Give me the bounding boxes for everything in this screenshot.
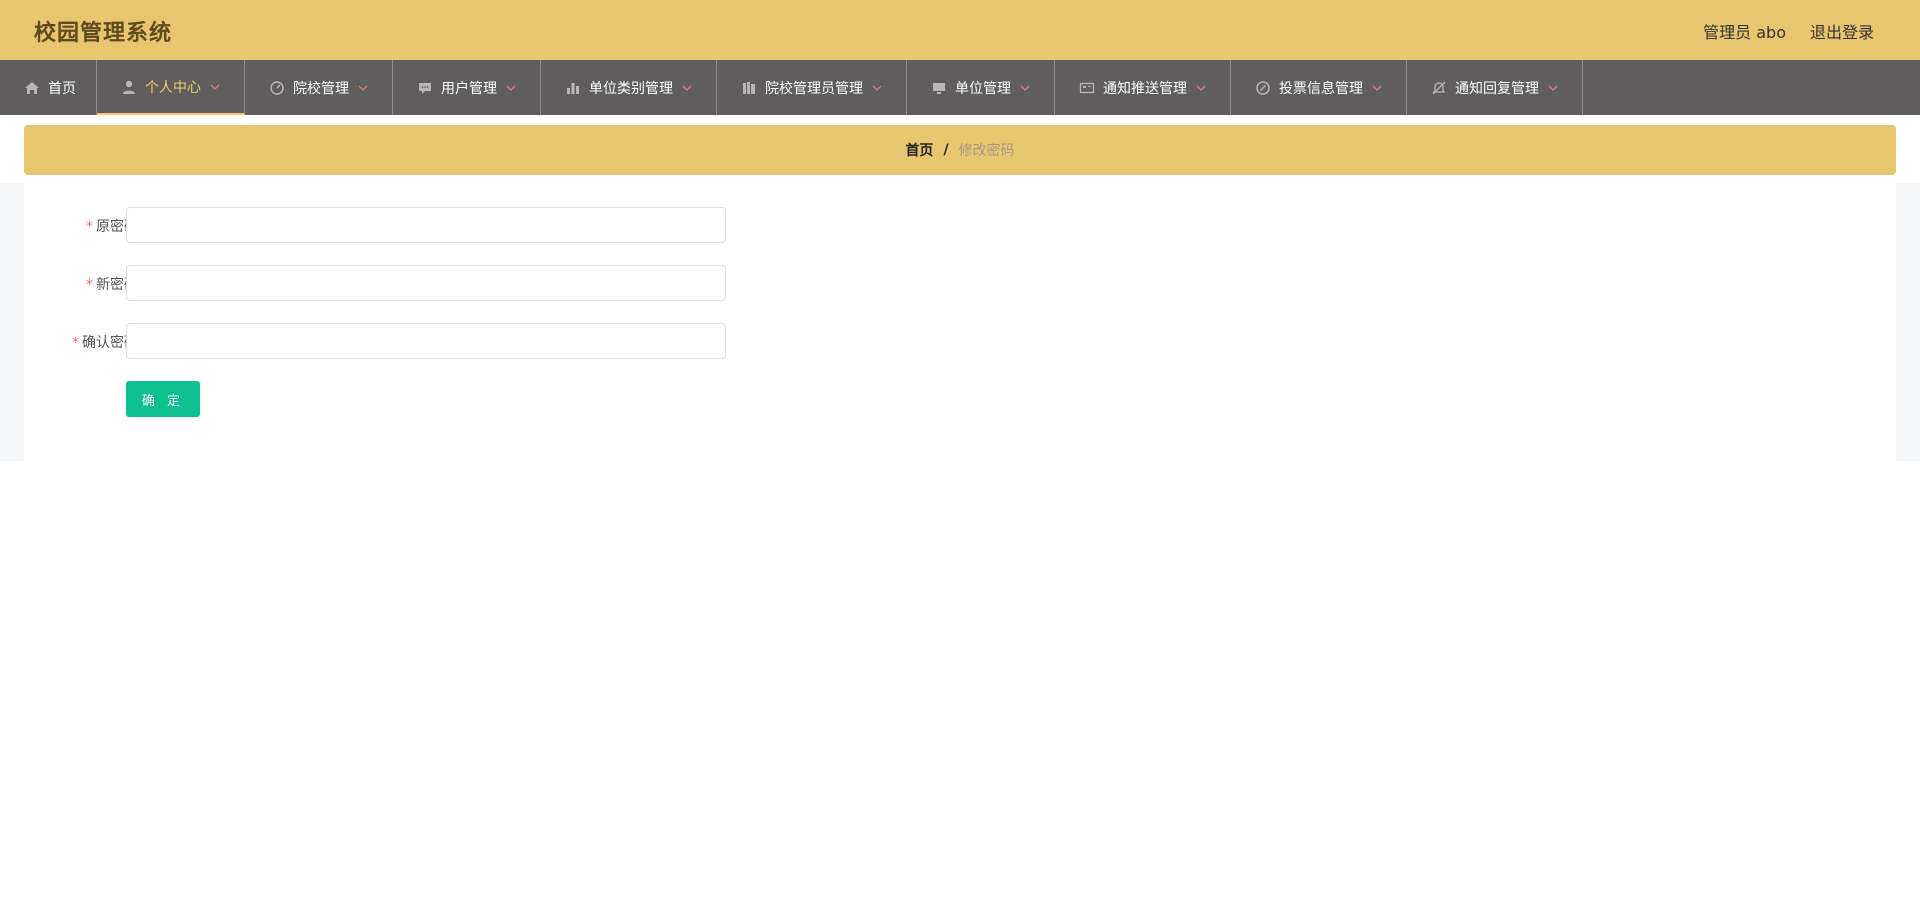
compass-icon xyxy=(1255,80,1271,96)
nav-item-home[interactable]: 首页 xyxy=(0,60,97,115)
app-title: 校园管理系统 xyxy=(34,21,173,46)
nav-item-notice-reply-management[interactable]: 通知回复管理 xyxy=(1407,60,1583,115)
chat-icon xyxy=(417,80,433,96)
content-background xyxy=(1896,183,1920,461)
username: abo xyxy=(1756,23,1786,42)
nav-item-label: 通知推送管理 xyxy=(1103,80,1187,97)
nav-item-unit-management[interactable]: 单位管理 xyxy=(907,60,1055,115)
bell-off-icon xyxy=(1431,80,1447,96)
content-background xyxy=(0,183,24,461)
change-password-form: * 原密码 * 新密码 * 确认密码 确 定 xyxy=(24,183,1896,461)
user-role: 管理员 xyxy=(1703,23,1752,42)
confirm-password-input[interactable] xyxy=(126,323,726,359)
breadcrumb-separator: / xyxy=(943,142,949,158)
nav-item-user-management[interactable]: 用户管理 xyxy=(393,60,541,115)
nav-item-vote-info-management[interactable]: 投票信息管理 xyxy=(1231,60,1407,115)
nav-item-school-admin-management[interactable]: 院校管理员管理 xyxy=(717,60,907,115)
old-password-input[interactable] xyxy=(126,207,726,243)
nav-item-school-management[interactable]: 院校管理 xyxy=(245,60,393,115)
nav-item-label: 首页 xyxy=(48,80,76,97)
logout-link[interactable]: 退出登录 xyxy=(1810,19,1874,43)
nav-item-label: 院校管理员管理 xyxy=(765,80,863,97)
nav-item-label: 个人中心 xyxy=(145,79,201,96)
required-mark: * xyxy=(72,335,79,351)
nav-item-label: 投票信息管理 xyxy=(1279,80,1363,97)
bar-chart-icon xyxy=(565,80,581,96)
required-mark: * xyxy=(86,219,93,235)
form-row-new-password: * 新密码 xyxy=(24,265,764,301)
nav-item-label: 院校管理 xyxy=(293,80,349,97)
nav-item-label: 通知回复管理 xyxy=(1455,80,1539,97)
nav-item-personal-center[interactable]: 个人中心 xyxy=(97,60,245,115)
top-nav: 首页 个人中心 院校管理 用户管理 单位类别管理 院校管理员管理 单位管理 通知… xyxy=(0,60,1920,115)
required-mark: * xyxy=(86,277,93,293)
breadcrumb: 首页 / 修改密码 xyxy=(24,125,1896,175)
chevron-down-icon xyxy=(1196,83,1206,93)
chevron-down-icon xyxy=(506,83,516,93)
nav-item-label: 用户管理 xyxy=(441,80,497,97)
app-header: 校园管理系统 管理员 abo 退出登录 xyxy=(0,0,1920,60)
card-icon xyxy=(1079,80,1095,96)
chevron-down-icon xyxy=(210,82,220,92)
home-icon xyxy=(24,80,40,96)
form-row-old-password: * 原密码 xyxy=(24,207,764,243)
nav-item-label: 单位类别管理 xyxy=(589,80,673,97)
new-password-input[interactable] xyxy=(126,265,726,301)
chevron-down-icon xyxy=(1548,83,1558,93)
confirm-button[interactable]: 确 定 xyxy=(126,381,200,417)
chevron-down-icon xyxy=(682,83,692,93)
chevron-down-icon xyxy=(872,83,882,93)
chevron-down-icon xyxy=(1372,83,1382,93)
chevron-down-icon xyxy=(358,83,368,93)
breadcrumb-current: 修改密码 xyxy=(958,143,1015,159)
current-user: 管理员 abo xyxy=(1703,19,1786,43)
breadcrumb-home[interactable]: 首页 xyxy=(905,140,933,160)
books-icon xyxy=(741,80,757,96)
chevron-down-icon xyxy=(1020,83,1030,93)
monitor-icon xyxy=(931,80,947,96)
nav-item-unit-category-management[interactable]: 单位类别管理 xyxy=(541,60,717,115)
form-row-confirm-password: * 确认密码 xyxy=(24,323,764,359)
gauge-icon xyxy=(269,80,285,96)
user-icon xyxy=(121,79,137,95)
nav-item-notice-push-management[interactable]: 通知推送管理 xyxy=(1055,60,1231,115)
nav-item-label: 单位管理 xyxy=(955,80,1011,97)
